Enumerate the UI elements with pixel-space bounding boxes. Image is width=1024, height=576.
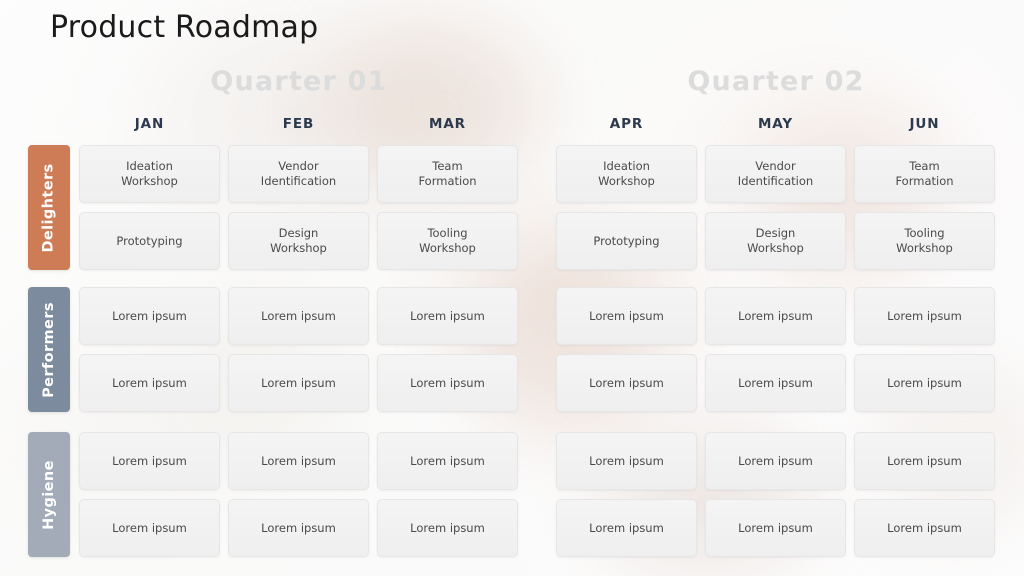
roadmap-card[interactable]: Lorem ipsum (377, 499, 518, 557)
roadmap-card[interactable]: Lorem ipsum (705, 432, 846, 490)
roadmap-card[interactable]: Lorem ipsum (79, 432, 220, 490)
category-bar-performers[interactable]: Performers (28, 287, 70, 412)
roadmap-card[interactable]: Vendor Identification (705, 145, 846, 203)
roadmap-card-label: Prototyping (116, 233, 183, 248)
roadmap-card-label: Lorem ipsum (112, 375, 187, 390)
month-label-jun: JUN (909, 116, 940, 132)
page-title: Product Roadmap (50, 10, 319, 45)
roadmap-card-label: Tooling Workshop (419, 226, 476, 255)
roadmap-card[interactable]: Lorem ipsum (854, 354, 995, 412)
roadmap-card-label: Lorem ipsum (738, 453, 813, 468)
roadmap-card-label: Lorem ipsum (589, 520, 664, 535)
roadmap-slide: Product Roadmap Quarter 01 Quarter 02 JA… (0, 0, 1024, 576)
roadmap-card[interactable]: Lorem ipsum (556, 287, 697, 345)
roadmap-card[interactable]: Design Workshop (228, 212, 369, 270)
roadmap-card[interactable]: Ideation Workshop (79, 145, 220, 203)
roadmap-card-label: Lorem ipsum (112, 453, 187, 468)
roadmap-card-label: Lorem ipsum (261, 308, 336, 323)
roadmap-card[interactable]: Lorem ipsum (79, 354, 220, 412)
roadmap-card-label: Lorem ipsum (410, 520, 485, 535)
roadmap-card-label: Lorem ipsum (589, 453, 664, 468)
quarter-heading-q1: Quarter 01 (210, 66, 388, 97)
roadmap-card-label: Lorem ipsum (738, 308, 813, 323)
roadmap-card-label: Lorem ipsum (410, 453, 485, 468)
roadmap-card[interactable]: Lorem ipsum (228, 354, 369, 412)
roadmap-card[interactable]: Lorem ipsum (854, 287, 995, 345)
month-label-jan: JAN (134, 116, 165, 132)
roadmap-card[interactable]: Lorem ipsum (705, 354, 846, 412)
roadmap-card[interactable]: Prototyping (79, 212, 220, 270)
roadmap-card-label: Ideation Workshop (598, 159, 655, 188)
roadmap-card-label: Design Workshop (747, 226, 804, 255)
roadmap-card[interactable]: Lorem ipsum (79, 499, 220, 557)
roadmap-card-label: Team Formation (418, 159, 477, 188)
category-bar-label: Performers (41, 301, 58, 398)
category-bar-label: Delighters (41, 162, 57, 253)
month-label-feb: FEB (282, 116, 315, 132)
roadmap-card-label: Ideation Workshop (121, 159, 178, 188)
roadmap-card[interactable]: Ideation Workshop (556, 145, 697, 203)
category-bar-delighters[interactable]: Delighters (28, 145, 70, 270)
roadmap-card[interactable]: Lorem ipsum (556, 499, 697, 557)
roadmap-card-label: Vendor Identification (737, 159, 814, 188)
category-bar-label: Hygiene (41, 459, 58, 530)
roadmap-card[interactable]: Lorem ipsum (228, 287, 369, 345)
roadmap-card-label: Lorem ipsum (261, 520, 336, 535)
roadmap-card[interactable]: Lorem ipsum (556, 432, 697, 490)
roadmap-card[interactable]: Lorem ipsum (377, 432, 518, 490)
roadmap-card-label: Design Workshop (270, 226, 327, 255)
month-label-apr: APR (609, 116, 644, 132)
roadmap-card-label: Lorem ipsum (887, 375, 962, 390)
roadmap-card[interactable]: Lorem ipsum (377, 287, 518, 345)
category-bar-hygiene[interactable]: Hygiene (28, 432, 70, 557)
roadmap-card[interactable]: Lorem ipsum (854, 499, 995, 557)
month-label-mar: MAR (429, 116, 466, 132)
roadmap-card[interactable]: Lorem ipsum (377, 354, 518, 412)
roadmap-card-label: Prototyping (593, 233, 660, 248)
roadmap-card[interactable]: Lorem ipsum (228, 499, 369, 557)
roadmap-card[interactable]: Lorem ipsum (228, 432, 369, 490)
roadmap-card[interactable]: Team Formation (854, 145, 995, 203)
roadmap-card[interactable]: Tooling Workshop (854, 212, 995, 270)
roadmap-card[interactable]: Lorem ipsum (556, 354, 697, 412)
roadmap-card[interactable]: Design Workshop (705, 212, 846, 270)
roadmap-card-label: Lorem ipsum (738, 375, 813, 390)
roadmap-card[interactable]: Lorem ipsum (854, 432, 995, 490)
roadmap-card[interactable]: Lorem ipsum (705, 287, 846, 345)
roadmap-card-label: Lorem ipsum (112, 520, 187, 535)
roadmap-card-label: Lorem ipsum (589, 308, 664, 323)
roadmap-card-label: Lorem ipsum (887, 520, 962, 535)
roadmap-card[interactable]: Lorem ipsum (79, 287, 220, 345)
roadmap-card[interactable]: Tooling Workshop (377, 212, 518, 270)
roadmap-card-label: Lorem ipsum (261, 453, 336, 468)
roadmap-card[interactable]: Team Formation (377, 145, 518, 203)
roadmap-card-label: Lorem ipsum (410, 308, 485, 323)
roadmap-card-label: Lorem ipsum (112, 308, 187, 323)
roadmap-card-label: Lorem ipsum (738, 520, 813, 535)
roadmap-card-label: Tooling Workshop (896, 226, 953, 255)
roadmap-card-label: Lorem ipsum (887, 453, 962, 468)
roadmap-card-label: Lorem ipsum (589, 375, 664, 390)
roadmap-card-label: Vendor Identification (260, 159, 337, 188)
roadmap-card-label: Team Formation (895, 159, 954, 188)
roadmap-card-label: Lorem ipsum (410, 375, 485, 390)
roadmap-card[interactable]: Lorem ipsum (705, 499, 846, 557)
roadmap-card-label: Lorem ipsum (887, 308, 962, 323)
quarter-heading-q2: Quarter 02 (687, 66, 865, 97)
roadmap-card-label: Lorem ipsum (261, 375, 336, 390)
month-label-may: MAY (757, 116, 794, 132)
roadmap-card[interactable]: Vendor Identification (228, 145, 369, 203)
roadmap-card[interactable]: Prototyping (556, 212, 697, 270)
